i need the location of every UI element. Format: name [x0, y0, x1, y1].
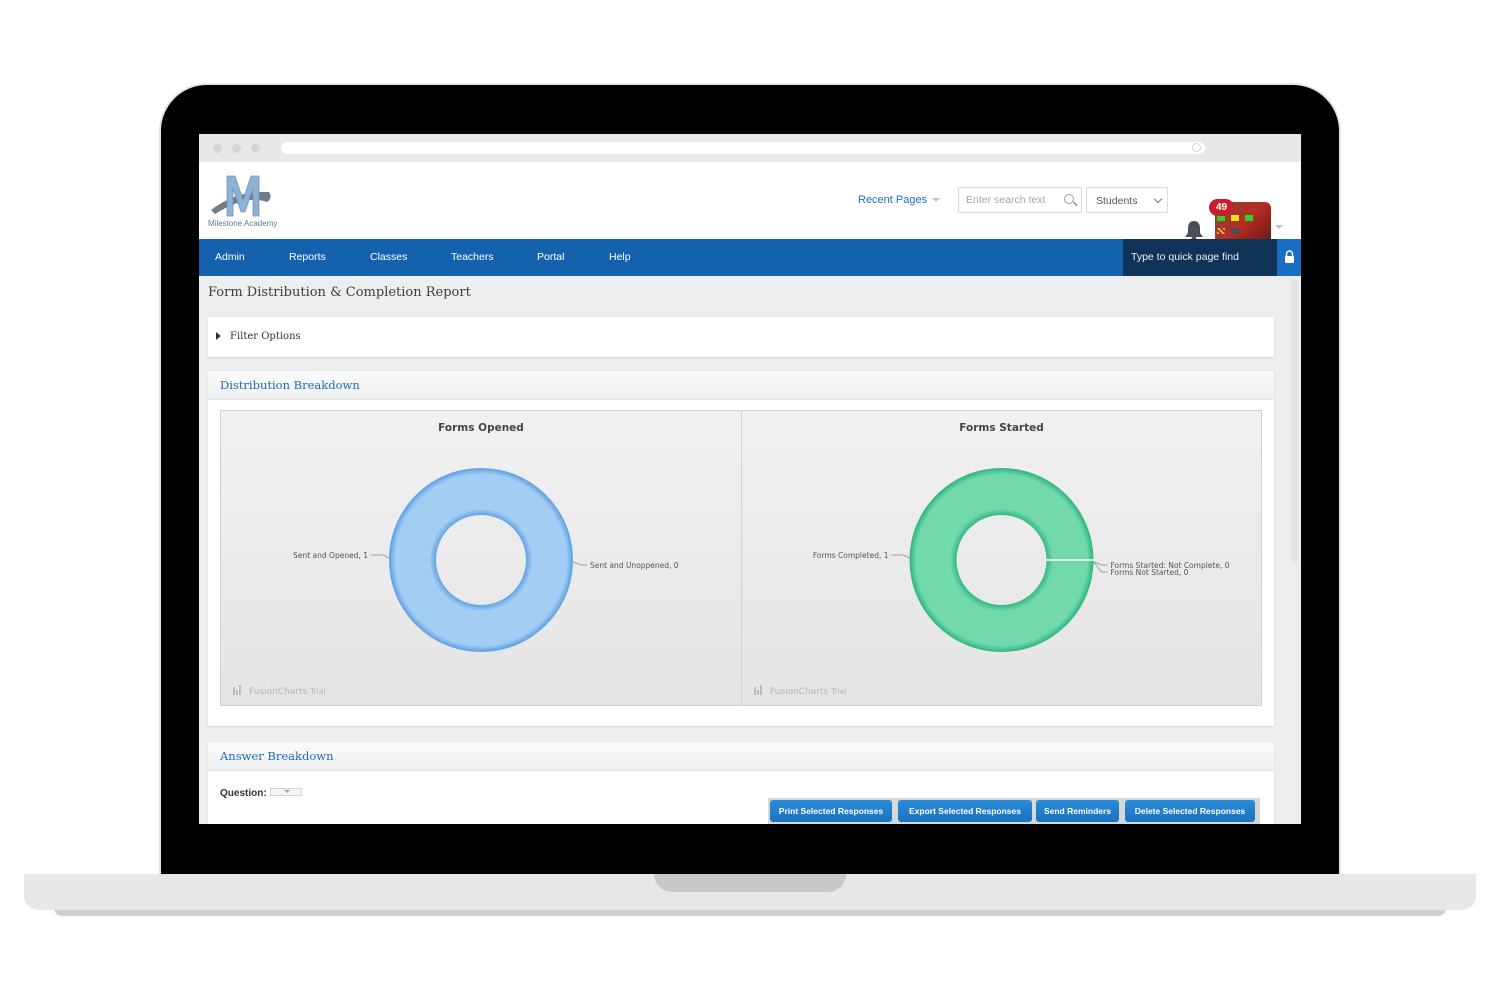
search-input[interactable]	[959, 188, 1062, 212]
chart-title: Forms Started	[959, 422, 1044, 434]
chevron-down-icon	[932, 198, 941, 203]
scrollbar[interactable]	[1291, 279, 1298, 563]
filter-options-panel[interactable]: Filter Options	[208, 317, 1274, 357]
watermark-trial: Trial	[309, 687, 325, 696]
browser-bar	[199, 134, 1301, 162]
chevron-down-icon	[1153, 194, 1163, 204]
recent-pages-dropdown[interactable]: Recent Pages	[858, 194, 941, 206]
flag-icon	[1217, 228, 1225, 234]
window-close-dot[interactable]	[213, 144, 222, 153]
fusioncharts-logo-icon	[239, 685, 241, 695]
fusioncharts-logo-icon	[236, 690, 238, 695]
delete-selected-responses-button[interactable]: Delete Selected Responses	[1125, 800, 1255, 822]
logo-text: Milestone Academy	[208, 219, 278, 228]
export-selected-responses-button[interactable]: Export Selected Responses	[898, 800, 1032, 822]
search-icon[interactable]	[1064, 194, 1074, 204]
distribution-breakdown-panel: Distribution Breakdown Forms Opened Sent …	[208, 371, 1274, 726]
question-label: Question:	[220, 788, 267, 799]
search-box	[958, 187, 1082, 213]
search-scope-select[interactable]: Students	[1086, 187, 1168, 213]
filter-options-label: Filter Options	[230, 331, 301, 342]
panel-title: Distribution Breakdown	[220, 378, 360, 392]
search-scope-value: Students	[1096, 195, 1138, 207]
forms-opened-chart: Forms Opened Sent and Opened, 1 Sent and U…	[221, 411, 742, 705]
fusioncharts-watermark: FusionCharts Trial	[770, 687, 846, 697]
window-minimize-dot[interactable]	[232, 144, 241, 153]
send-reminders-button[interactable]: Send Reminders	[1036, 800, 1119, 822]
print-selected-responses-button[interactable]: Print Selected Responses	[770, 800, 892, 822]
label-connector	[572, 561, 587, 566]
chart-title: Forms Opened	[438, 422, 524, 434]
flag-icon	[1231, 215, 1239, 221]
window-maximize-dot[interactable]	[251, 144, 260, 153]
fusioncharts-logo-icon	[754, 687, 756, 695]
slice-label: Forms Completed, 1	[813, 551, 889, 560]
url-bar[interactable]	[281, 142, 1205, 154]
reload-icon[interactable]	[1192, 143, 1201, 152]
quick-page-find-placeholder: Type to quick page find	[1131, 251, 1239, 263]
laptop-notch	[654, 874, 846, 892]
panel-header: Answer Breakdown	[208, 742, 1274, 771]
app-header: Milestone Academy Recent Pages Students …	[199, 162, 1301, 254]
main-nav: Admin Reports Classes Teachers Portal He…	[199, 239, 1301, 276]
forms-started-chart: Forms Started Forms Completed, 1 Forms Sta…	[742, 411, 1261, 705]
quick-page-find-input[interactable]: Type to quick page find	[1123, 239, 1277, 276]
fusioncharts-logo-icon	[760, 685, 762, 695]
question-select[interactable]	[270, 788, 302, 796]
recent-pages-label: Recent Pages	[858, 194, 928, 206]
watermark-trial: Trial	[830, 687, 846, 696]
slice-label: Sent and Unoppened, 0	[590, 561, 679, 570]
nav-item-classes[interactable]: Classes	[370, 239, 407, 276]
content-area: Form Distribution & Completion Report Fi…	[199, 276, 1301, 824]
panel-title: Answer Breakdown	[220, 749, 334, 763]
flag-icon	[1231, 228, 1239, 234]
fusioncharts-logo-icon	[233, 687, 235, 695]
caret-right-icon	[216, 332, 221, 340]
fusioncharts-logo-icon	[757, 690, 759, 695]
notification-badge: 49	[1209, 199, 1234, 216]
answer-breakdown-panel: Answer Breakdown Question: Print Selecte…	[208, 742, 1274, 824]
panel-header: Distribution Breakdown	[208, 371, 1274, 400]
lock-button[interactable]	[1277, 239, 1301, 276]
charts-container: Forms Opened Sent and Opened, 1 Sent and U…	[220, 410, 1262, 706]
donut-slice-sent-and-opened	[389, 468, 573, 652]
label-connector	[1093, 561, 1108, 573]
forms-opened-svg: Forms Opened Sent and Opened, 1 Sent and U…	[233, 422, 679, 697]
flag-icon	[1245, 215, 1253, 221]
screen: Milestone Academy Recent Pages Students …	[199, 134, 1301, 824]
response-actions: Print Selected Responses Export Selected…	[768, 798, 1260, 824]
label-connector	[891, 554, 910, 559]
slice-label: Forms Not Started, 0	[1111, 568, 1189, 577]
nav-item-admin[interactable]: Admin	[215, 239, 245, 276]
label-connector	[371, 554, 390, 559]
page-title: Form Distribution & Completion Report	[208, 285, 471, 300]
nav-item-reports[interactable]: Reports	[289, 239, 326, 276]
nav-item-portal[interactable]: Portal	[537, 239, 564, 276]
lock-icon	[1285, 250, 1294, 263]
chevron-down-icon[interactable]	[1275, 225, 1283, 229]
forms-started-svg: Forms StartedForms Completed, 1Forms Sta…	[754, 422, 1230, 697]
fusioncharts-watermark: FusionCharts Trial	[249, 687, 325, 697]
slice-label: Sent and Opened, 1	[293, 551, 368, 560]
nav-item-teachers[interactable]: Teachers	[451, 239, 494, 276]
nav-item-help[interactable]: Help	[609, 239, 631, 276]
